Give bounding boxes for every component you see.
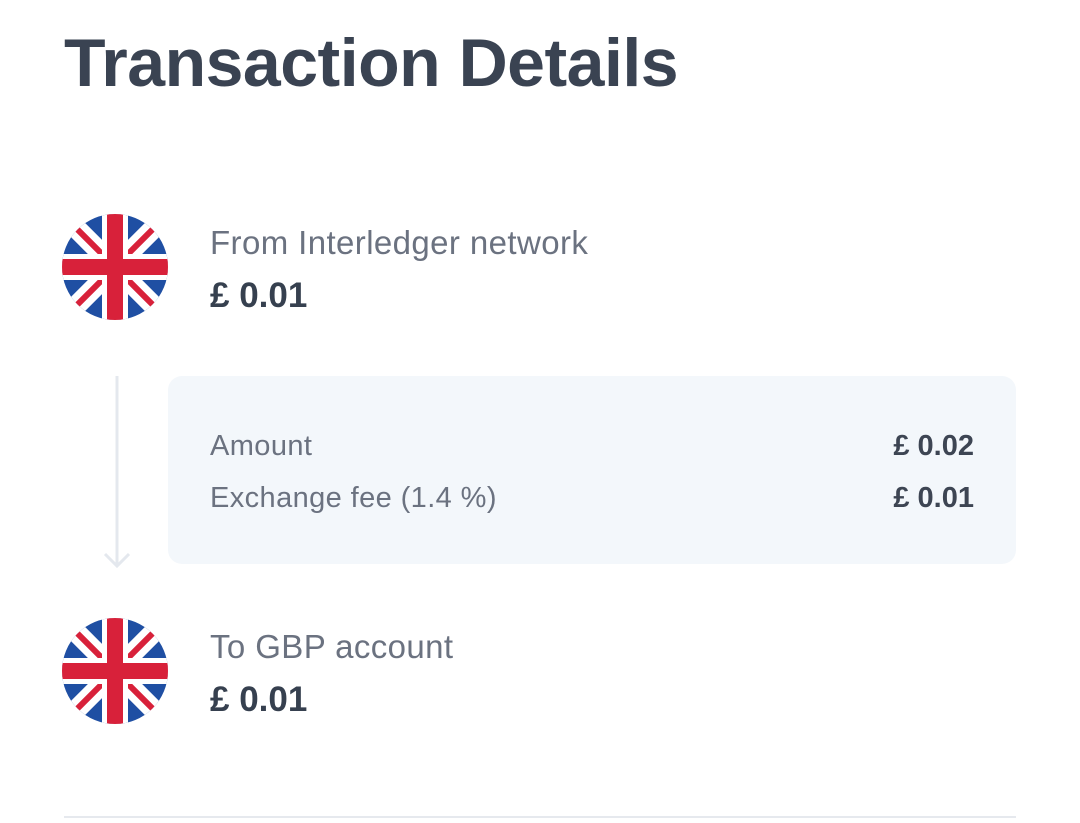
uk-flag-icon bbox=[62, 618, 168, 724]
arrow-down-icon bbox=[102, 376, 132, 572]
exchange-fee-row: Exchange fee (1.4 %) £ 0.01 bbox=[210, 482, 974, 522]
to-party: To GBP account £ 0.01 bbox=[62, 618, 962, 728]
to-label: To GBP account bbox=[210, 628, 454, 665]
from-label: From Interledger network bbox=[210, 224, 589, 261]
exchange-fee-label: Exchange fee (1.4 %) bbox=[210, 482, 497, 514]
divider bbox=[64, 816, 1016, 818]
fee-breakdown-panel: Amount £ 0.02 Exchange fee (1.4 %) £ 0.0… bbox=[168, 376, 1016, 564]
amount-label: Amount bbox=[210, 430, 313, 462]
amount-row: Amount £ 0.02 bbox=[210, 430, 974, 470]
exchange-fee-value: £ 0.01 bbox=[893, 482, 974, 514]
from-party: From Interledger network £ 0.01 bbox=[62, 214, 962, 324]
page-title: Transaction Details bbox=[64, 25, 679, 101]
uk-flag-icon bbox=[62, 214, 168, 320]
to-amount: £ 0.01 bbox=[210, 680, 308, 719]
from-amount: £ 0.01 bbox=[210, 276, 308, 315]
amount-value: £ 0.02 bbox=[893, 430, 974, 462]
